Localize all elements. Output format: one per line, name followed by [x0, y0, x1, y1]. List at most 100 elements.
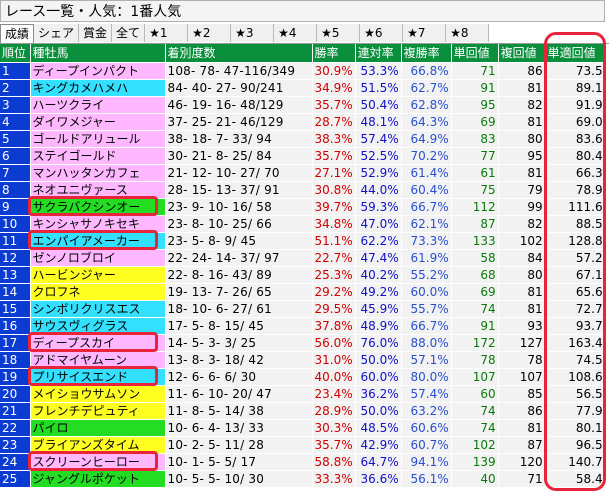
cell-ret-adj: 73.5 [545, 62, 606, 80]
cell-place3: 66.7% [401, 317, 452, 335]
cell-win: 28.7% [312, 113, 356, 131]
cell-ret-place: 95 [498, 147, 546, 165]
cell-ret-win: 112 [451, 198, 499, 216]
cell-place3: 60.7% [401, 436, 452, 454]
cell-ret-win: 95 [451, 96, 499, 114]
tab-star3[interactable]: ★3 [231, 24, 275, 42]
tab-bar: 成績 シェア 賞金 全て ★1 ★2 ★3 ★4 ★5 ★6 ★7 ★8 [0, 24, 609, 44]
cell-ret-adj: 89.1 [545, 79, 606, 97]
cell-ret-adj: 83.6 [545, 130, 606, 148]
cell-win: 37.8% [312, 317, 356, 335]
column-header-sire[interactable]: 種牡馬 [30, 44, 166, 63]
cell-ret-adj: 56.5 [545, 385, 606, 403]
cell-ret-place: 120 [498, 453, 546, 471]
tab-star1[interactable]: ★1 [145, 24, 189, 42]
cell-place3: 55.2% [401, 266, 452, 284]
tab-star7[interactable]: ★7 [403, 24, 447, 42]
cell-stats: 30- 21- 8- 25/ 84 [165, 147, 313, 165]
table-row[interactable]: 21 フレンチデピュティ 11- 8- 5- 14/ 38 28.9% 50.0% 63.… [0, 402, 606, 420]
cell-ret-win: 74 [451, 300, 499, 318]
cell-ret-place: 81 [498, 113, 546, 131]
table-row[interactable]: 25 ジャングルポケット 10- 5- 5- 10/ 30 33.3% 36.6% 56.… [0, 470, 606, 488]
table-row[interactable]: 3 ハーツクライ 46- 19- 16- 48/129 35.7% 50.4% 62.8%… [0, 96, 606, 114]
tab-results[interactable]: 成績 [0, 24, 35, 43]
cell-stats: 10- 5- 5- 10/ 30 [165, 470, 313, 488]
column-header-place-return[interactable]: 複回値 [498, 44, 546, 63]
cell-horse: ディープスカイ [30, 334, 166, 352]
cell-place3: 61.9% [401, 249, 452, 267]
cell-ret-win: 69 [451, 283, 499, 301]
column-header-win-return[interactable]: 単回値 [451, 44, 499, 63]
cell-place3: 62.1% [401, 215, 452, 233]
cell-horse: マンハッタンカフェ [30, 164, 166, 182]
cell-horse: ゼンノロブロイ [30, 249, 166, 267]
tab-star2[interactable]: ★2 [188, 24, 232, 42]
tab-share[interactable]: シェア [34, 24, 80, 42]
cell-rank: 12 [0, 249, 31, 267]
cell-ret-place: 82 [498, 215, 546, 233]
cell-place2: 36.6% [355, 470, 402, 488]
table-row[interactable]: 11 エンパイアメーカー 23- 5- 8- 9/ 45 51.1% 62.2% 73.3… [0, 232, 606, 250]
column-header-placings[interactable]: 着別度数 [165, 44, 313, 63]
cell-ret-win: 74 [451, 402, 499, 420]
column-header-top3-rate[interactable]: 複勝率 [401, 44, 452, 63]
cell-rank: 10 [0, 215, 31, 233]
cell-stats: 11- 6- 10- 20/ 47 [165, 385, 313, 403]
cell-horse: サウスヴィグラス [30, 317, 166, 335]
table-row[interactable]: 8 ネオユニヴァース 28- 15- 13- 37/ 91 30.8% 44.0% 60.… [0, 181, 606, 199]
cell-place3: 60.0% [401, 283, 452, 301]
cell-stats: 12- 6- 6- 6/ 30 [165, 368, 313, 386]
cell-place2: 64.7% [355, 453, 402, 471]
column-header-top2-rate[interactable]: 連対率 [355, 44, 402, 63]
table-row[interactable]: 14 クロフネ 19- 13- 7- 26/ 65 29.2% 49.2% 60.0% 69… [0, 283, 606, 301]
table-row[interactable]: 6 ステイゴールド 30- 21- 8- 25/ 84 35.7% 52.5% 70.2%… [0, 147, 606, 165]
cell-rank: 3 [0, 96, 31, 114]
cell-stats: 22- 24- 14- 37/ 97 [165, 249, 313, 267]
cell-place3: 61.4% [401, 164, 452, 182]
table-row[interactable]: 16 サウスヴィグラス 17- 5- 8- 15/ 45 37.8% 48.9% 66.7… [0, 317, 606, 335]
cell-place2: 57.4% [355, 130, 402, 148]
cell-ret-win: 91 [451, 317, 499, 335]
table-row[interactable]: 23 ブライアンズタイム 10- 2- 5- 11/ 28 35.7% 42.9% 60.… [0, 436, 606, 454]
table-row[interactable]: 19 プリサイスエンド 12- 6- 6- 6/ 30 40.0% 60.0% 80.0%… [0, 368, 606, 386]
table-row[interactable]: 7 マンハッタンカフェ 21- 12- 10- 27/ 70 27.1% 52.9% 61… [0, 164, 606, 182]
tab-star8[interactable]: ★8 [446, 24, 490, 42]
column-header-adjusted-win-return[interactable]: 単適回値 [545, 44, 606, 63]
table-row[interactable]: 1 ディープインパクト 108- 78- 47-116/349 30.9% 53.3% 6… [0, 62, 606, 80]
cell-place2: 50.0% [355, 351, 402, 369]
table-row[interactable]: 12 ゼンノロブロイ 22- 24- 14- 37/ 97 22.7% 47.4% 61.… [0, 249, 606, 267]
tab-star5[interactable]: ★5 [317, 24, 361, 42]
table-row[interactable]: 2 キングカメハメハ 84- 40- 27- 90/241 34.9% 51.5% 62.… [0, 79, 606, 97]
column-header-rank[interactable]: 順位 [0, 44, 31, 63]
tab-star4[interactable]: ★4 [274, 24, 318, 42]
tab-prize[interactable]: 賞金 [79, 24, 113, 42]
cell-ret-place: 87 [498, 436, 546, 454]
cell-rank: 7 [0, 164, 31, 182]
cell-ret-place: 80 [498, 130, 546, 148]
cell-rank: 20 [0, 385, 31, 403]
tab-star6[interactable]: ★6 [360, 24, 404, 42]
table-row[interactable]: 24 スクリーンヒーロー 10- 1- 5- 5/ 17 58.8% 64.7% 94.1… [0, 453, 606, 471]
table-row[interactable]: 13 ハービンジャー 22- 8- 16- 43/ 89 25.3% 40.2% 55.2… [0, 266, 606, 284]
cell-stats: 108- 78- 47-116/349 [165, 62, 313, 80]
table-row[interactable]: 20 メイショウサムソン 11- 6- 10- 20/ 47 23.4% 36.2% 57… [0, 385, 606, 403]
table-row[interactable]: 15 シンボリクリスエス 18- 10- 6- 27/ 61 29.5% 45.9% 55… [0, 300, 606, 318]
table-row[interactable]: 9 サクラバクシンオー 23- 9- 10- 16/ 58 39.7% 59.3% 66.… [0, 198, 606, 216]
cell-ret-win: 69 [451, 113, 499, 131]
cell-stats: 11- 8- 5- 14/ 38 [165, 402, 313, 420]
cell-place3: 66.7% [401, 198, 452, 216]
cell-horse: ジャングルポケット [30, 470, 166, 488]
tab-all[interactable]: 全て [112, 24, 146, 42]
table-row[interactable]: 5 ゴールドアリュール 38- 18- 7- 33/ 94 38.3% 57.4% 64.… [0, 130, 606, 148]
table-row[interactable]: 18 アドマイヤムーン 13- 8- 3- 18/ 42 31.0% 50.0% 57.1… [0, 351, 606, 369]
cell-ret-place: 102 [498, 232, 546, 250]
table-row[interactable]: 10 キンシャサノキセキ 23- 8- 10- 25/ 66 34.8% 47.0% 62… [0, 215, 606, 233]
cell-rank: 25 [0, 470, 31, 488]
table-row[interactable]: 17 ディープスカイ 14- 5- 3- 3/ 25 56.0% 76.0% 88.0% 1… [0, 334, 606, 352]
cell-win: 28.9% [312, 402, 356, 420]
column-header-win-rate[interactable]: 勝率 [312, 44, 356, 63]
table-row[interactable]: 4 ダイワメジャー 37- 25- 21- 46/129 28.7% 48.1% 64.3… [0, 113, 606, 131]
cell-place3: 80.0% [401, 368, 452, 386]
table-row[interactable]: 22 パイロ 10- 6- 4- 13/ 33 30.3% 48.5% 60.6% 74 81… [0, 419, 606, 437]
cell-ret-adj: 77.9 [545, 402, 606, 420]
